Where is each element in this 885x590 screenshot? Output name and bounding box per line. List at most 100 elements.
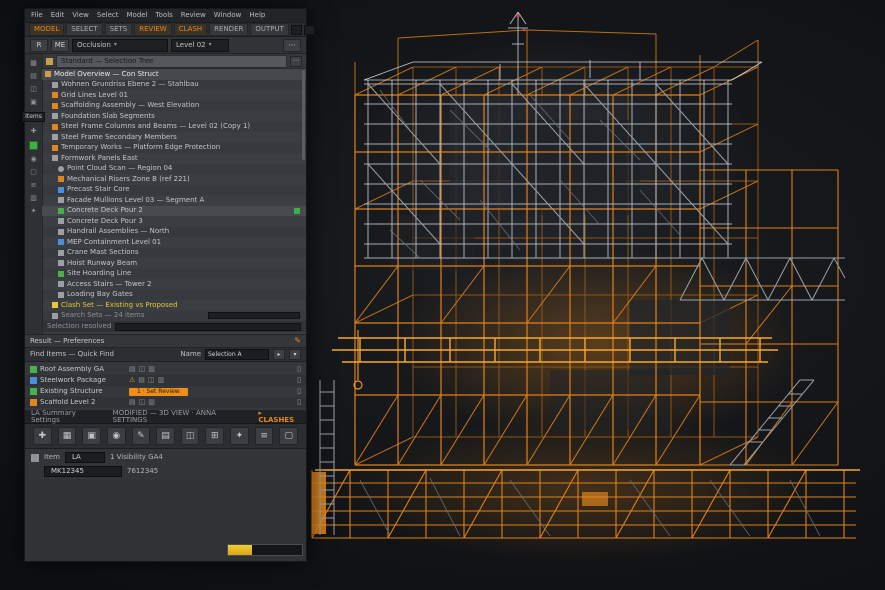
table-icon[interactable]: ▥ — [30, 195, 37, 202]
menu-tools[interactable]: Tools — [156, 12, 173, 19]
rows-icon[interactable]: ▤ — [129, 366, 136, 373]
rows-icon[interactable]: ▤ — [156, 427, 175, 445]
close-button[interactable] — [304, 25, 315, 35]
menu-review[interactable]: Review — [181, 12, 206, 19]
star-icon[interactable]: ✦ — [31, 208, 37, 215]
item-id-field[interactable]: MK12345 — [44, 466, 122, 477]
box-icon[interactable]: ▢ — [30, 169, 37, 176]
table-row[interactable]: Steelwork Package ⚠ ▤ ◫ ▥ ▯ — [25, 375, 306, 386]
level-dropdown[interactable]: Level 02 ▾ — [171, 39, 229, 52]
progress-bar — [227, 544, 303, 556]
table-icon[interactable]: ⊞ — [205, 427, 224, 445]
tree-row[interactable]: Model Overview — Con Struct — [42, 69, 306, 80]
document-icon — [52, 103, 58, 109]
page-icon[interactable]: ▯ — [297, 377, 301, 384]
panel-icon[interactable]: ◫ — [148, 377, 155, 384]
edit-pencil-icon[interactable]: ✎ — [294, 337, 301, 345]
panel-icon[interactable]: ◫ — [30, 86, 37, 93]
tree-row[interactable]: Wohnen Grundriss Ebene 2 — Stahlbau — [42, 80, 306, 91]
target-icon[interactable]: ◉ — [107, 427, 126, 445]
table-row[interactable]: Scaffold Level 2 ▤ ◫ ▥ ▯ — [25, 397, 306, 408]
tree-row[interactable]: Concrete Deck Pour 3 — [42, 216, 306, 227]
tab-model[interactable]: MODEL — [29, 23, 64, 36]
table-row[interactable]: Roof Assembly GA ▤ ◫ ▥ ▯ — [25, 364, 306, 375]
tree-row[interactable]: Formwork Panels East — [42, 153, 306, 164]
rows-icon[interactable]: ▤ — [138, 377, 145, 384]
grid-icon[interactable]: ▦ — [30, 60, 37, 67]
page-icon[interactable]: ▯ — [297, 399, 301, 406]
item-code-field[interactable]: LA — [65, 452, 105, 463]
panel-icon[interactable]: ◫ — [139, 366, 146, 373]
menu-model[interactable]: Model — [127, 12, 148, 19]
tab-sets[interactable]: SETS — [105, 23, 133, 36]
clashes-link[interactable]: ▸ CLASHES — [258, 410, 300, 424]
panel-icon[interactable]: ◫ — [139, 399, 146, 406]
tree-row[interactable]: Foundation Slab Segments — [42, 111, 306, 122]
tree-row[interactable]: Site Hoarding Line — [42, 269, 306, 280]
tab-clash[interactable]: CLASH — [174, 23, 207, 36]
document-icon — [52, 92, 58, 98]
menu-icon[interactable]: ≡ — [31, 182, 37, 189]
layers-icon[interactable]: ▣ — [82, 427, 101, 445]
rows-icon[interactable]: ▤ — [129, 399, 136, 406]
me-tool-button[interactable]: ME — [51, 39, 69, 52]
active-set-pill[interactable]: 1 · Set Review — [129, 388, 188, 396]
edit-icon[interactable]: ✎ — [132, 427, 151, 445]
page-icon[interactable]: ▯ — [297, 366, 301, 373]
options-button[interactable]: ⋯ — [283, 39, 301, 52]
tree-row[interactable]: Temporary Works — Platform Edge Protecti… — [42, 143, 306, 154]
grid-icon[interactable]: ▦ — [58, 427, 77, 445]
menu-window[interactable]: Window — [214, 12, 242, 19]
menu-edit[interactable]: Edit — [51, 12, 65, 19]
add-icon[interactable]: ✚ — [31, 128, 37, 135]
occlusion-dropdown[interactable]: Occlusion ▾ — [72, 39, 168, 52]
tree-row-clash[interactable]: Clash Set — Existing vs Proposed — [42, 300, 306, 311]
tree-scrollbar[interactable] — [302, 70, 305, 160]
tab-output[interactable]: OUTPUT — [250, 23, 289, 36]
add-icon[interactable]: ✚ — [33, 427, 52, 445]
tree-row[interactable]: Crane Mast Sections — [42, 248, 306, 259]
menu-select[interactable]: Select — [97, 12, 119, 19]
tab-review[interactable]: REVIEW — [134, 23, 171, 36]
tree-row[interactable]: Point Cloud Scan — Region 04 — [42, 164, 306, 175]
menu-view[interactable]: View — [72, 12, 89, 19]
name-input[interactable] — [205, 349, 269, 360]
tree-row-selected[interactable]: Concrete Deck Pour 2 — [42, 206, 306, 217]
table-row-active[interactable]: Existing Structure 1 · Set Review ▯ — [25, 386, 306, 397]
r-tool-button[interactable]: R — [30, 39, 48, 52]
tree-row[interactable]: Facade Mullions Level 03 — Segment A — [42, 195, 306, 206]
tree-row[interactable]: Steel Frame Columns and Beams — Level 02… — [42, 122, 306, 133]
tree-row[interactable]: Loading Bay Gates — [42, 290, 306, 301]
menu-icon[interactable]: ≡ — [255, 427, 274, 445]
grid-icon[interactable]: ▥ — [148, 399, 155, 406]
star-icon[interactable]: ✦ — [230, 427, 249, 445]
find-options-button[interactable]: ▾ — [289, 349, 301, 360]
tree-row[interactable]: Scaffolding Assembly — West Elevation — [42, 101, 306, 112]
grid-icon[interactable]: ▥ — [158, 377, 165, 384]
tree-row[interactable]: Steel Frame Secondary Members — [42, 132, 306, 143]
grid-icon[interactable]: ▥ — [148, 366, 155, 373]
box-icon[interactable]: ▢ — [279, 427, 298, 445]
tree-more-button[interactable]: ⋯ — [290, 56, 302, 67]
tree-row[interactable]: Hoist Runway Beam — [42, 258, 306, 269]
tree-row[interactable]: Search Sets — 24 items — [42, 311, 306, 322]
tab-render[interactable]: RENDER — [209, 23, 248, 36]
tree-row[interactable]: MEP Containment Level 01 — [42, 237, 306, 248]
find-run-button[interactable]: ▸ — [273, 349, 285, 360]
tree-filter-dropdown[interactable]: Standard — Selection Tree — [56, 55, 287, 68]
tab-select[interactable]: SELECT — [66, 23, 102, 36]
rows-icon[interactable]: ▤ — [30, 73, 37, 80]
tree-row[interactable]: Handrail Assemblies — North — [42, 227, 306, 238]
page-icon[interactable]: ▯ — [297, 388, 301, 395]
tree-row[interactable]: Access Stairs — Tower 2 — [42, 279, 306, 290]
menu-help[interactable]: Help — [249, 12, 265, 19]
tree-row[interactable]: Grid Lines Level 01 — [42, 90, 306, 101]
minimize-button[interactable] — [291, 25, 302, 35]
chevron-down-icon: ▾ — [209, 42, 212, 48]
panel-icon[interactable]: ◫ — [181, 427, 200, 445]
target-icon[interactable]: ◉ — [30, 156, 36, 163]
tree-row[interactable]: Precast Stair Core — [42, 185, 306, 196]
layers-icon[interactable]: ▣ — [30, 99, 37, 106]
tree-row[interactable]: Mechanical Risers Zone B (ref 221) — [42, 174, 306, 185]
menu-file[interactable]: File — [31, 12, 43, 19]
